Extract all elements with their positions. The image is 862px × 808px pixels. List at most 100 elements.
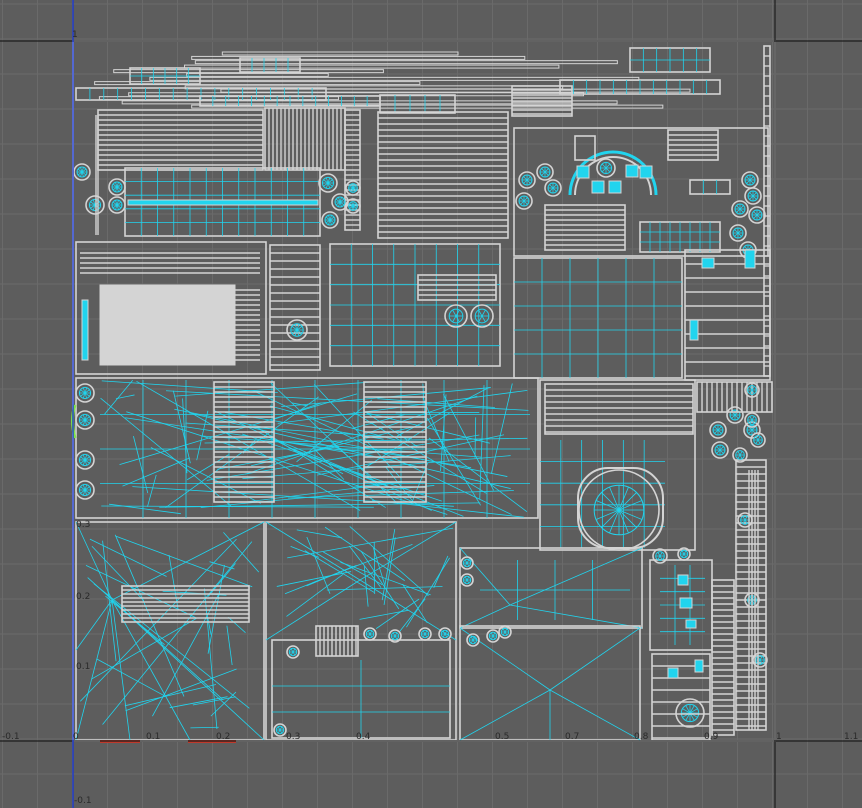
- uv-inner-edge: [470, 636, 474, 641]
- uv-inner-edge: [226, 625, 233, 666]
- uv-inner-edge: [472, 639, 476, 644]
- uv-shell-filled: [81, 299, 89, 361]
- uv-inner-edge: [523, 200, 528, 205]
- uv-inner-edge: [601, 509, 620, 528]
- uv-inner-edge: [759, 656, 763, 661]
- v-axis-label-neg: -0.1: [74, 796, 92, 806]
- uv-inner-edge: [618, 509, 637, 528]
- uv-inner-edge: [739, 454, 743, 459]
- uv-inner-edge: [756, 214, 761, 219]
- v-axis-label-mid1: 0.3: [76, 520, 91, 530]
- uv-inner-edge: [89, 538, 167, 577]
- uv-inner-edge: [147, 474, 157, 507]
- u-axis-label-2: 0.2: [216, 732, 231, 742]
- uv-shell-filled: [677, 574, 689, 586]
- uv-inner-edge: [601, 163, 607, 169]
- uv-inner-edge: [549, 689, 641, 741]
- uv-inner-edge: [683, 550, 687, 555]
- uv-shell-filled: [689, 319, 699, 341]
- uv-inner-edge: [504, 628, 508, 633]
- uv-inner-edge: [751, 416, 755, 421]
- uv-inner-edge: [737, 454, 741, 459]
- uv-inner-edge: [466, 576, 470, 581]
- uv-inner-edge: [509, 604, 643, 629]
- uv-inner-edge: [520, 200, 525, 205]
- uv-inner-edge: [394, 635, 398, 640]
- uv-inner-edge: [755, 439, 759, 444]
- uv-inner-edge: [737, 229, 742, 234]
- uv-inner-edge: [657, 555, 661, 560]
- uv-inner-edge: [464, 562, 468, 567]
- uv-shell-filled: [685, 619, 697, 629]
- uv-inner-edge: [169, 696, 228, 709]
- uv-inner-edge: [292, 648, 296, 653]
- uv-inner-edge: [752, 195, 757, 200]
- uv-shell: [735, 459, 767, 731]
- uv-shell: [539, 379, 696, 551]
- uv-inner-edge: [223, 532, 260, 573]
- uv-shell: [220, 88, 691, 93]
- uv-inner-edge: [290, 648, 294, 653]
- u-axis-label-3: 0.3: [286, 732, 301, 742]
- uv-inner-edge: [683, 553, 687, 558]
- uv-editor-viewport[interactable]: 1 0.3 0.2 0.1 -0.1 -0.1 0 0.1 0.2 0.3 0.…: [0, 0, 862, 808]
- uv-inner-edge: [75, 521, 113, 601]
- uv-inner-edge: [601, 167, 607, 173]
- uv-inner-edge: [509, 547, 643, 606]
- uv-inner-edge: [111, 599, 131, 741]
- uv-inner-edge: [136, 380, 361, 511]
- uv-shell-filled: [576, 165, 590, 179]
- uv-inner-edge: [601, 492, 620, 511]
- uv-inner-edge: [277, 729, 281, 734]
- uv-inner-edge: [742, 516, 746, 521]
- uv-inner-edge: [270, 382, 399, 505]
- uv-inner-edge: [196, 410, 209, 461]
- uv-inner-edge: [217, 445, 340, 470]
- uv-inner-edge: [549, 627, 641, 691]
- uv-inner-edge: [119, 393, 358, 466]
- uv-inner-edge: [466, 562, 470, 567]
- u-axis-label-1: 0.1: [146, 732, 161, 742]
- uv-inner-edge: [659, 555, 663, 560]
- uv-inner-edge: [749, 179, 754, 184]
- uv-inner-edge: [744, 516, 748, 521]
- uv-inner-edge: [292, 651, 296, 656]
- uv-inner-edge: [657, 552, 661, 557]
- uv-inner-edge: [464, 576, 468, 581]
- uv-shell-filled: [608, 180, 622, 194]
- uv-inner-edge: [739, 205, 744, 210]
- uv-inner-edge: [464, 579, 468, 584]
- uv-inner-edge: [306, 536, 331, 594]
- uv-inner-edge: [659, 552, 663, 557]
- uv-inner-edge: [714, 426, 719, 431]
- uv-inner-edge: [108, 503, 181, 515]
- uv-inner-edge: [541, 168, 546, 173]
- u-axis-label-10: 1.1: [844, 732, 859, 742]
- uv-inner-edge: [681, 550, 685, 555]
- uv-inner-edge: [402, 583, 428, 624]
- uv-inner-edge: [523, 197, 528, 202]
- uv-inner-edge: [452, 309, 457, 317]
- uv-shell: [186, 72, 329, 77]
- uv-inner-edge: [492, 635, 496, 640]
- uv-inner-edge: [749, 192, 754, 197]
- uv-inner-edge: [481, 309, 486, 317]
- uv-inner-edge: [716, 449, 721, 454]
- uv-shell: [194, 60, 618, 65]
- uv-inner-edge: [541, 171, 546, 176]
- uv-inner-edge: [719, 446, 724, 451]
- uv-inner-edge: [265, 579, 361, 641]
- uv-shell-filled: [639, 165, 653, 179]
- u-axis-label-5: 0.5: [495, 732, 510, 742]
- uv-inner-edge: [717, 426, 722, 431]
- uv-inner-edge: [279, 729, 283, 734]
- uv-inner-edge: [552, 184, 557, 189]
- uv-inner-edge: [757, 436, 761, 441]
- uv-inner-edge: [520, 197, 525, 202]
- uv-shell-filled: [127, 199, 319, 206]
- u-axis-label-4: 0.4: [356, 732, 371, 742]
- uv-inner-edge: [523, 179, 528, 184]
- uv-inner-edge: [752, 192, 757, 197]
- uv-shell-filled: [667, 667, 679, 679]
- uv-layout-canvas[interactable]: [0, 0, 862, 808]
